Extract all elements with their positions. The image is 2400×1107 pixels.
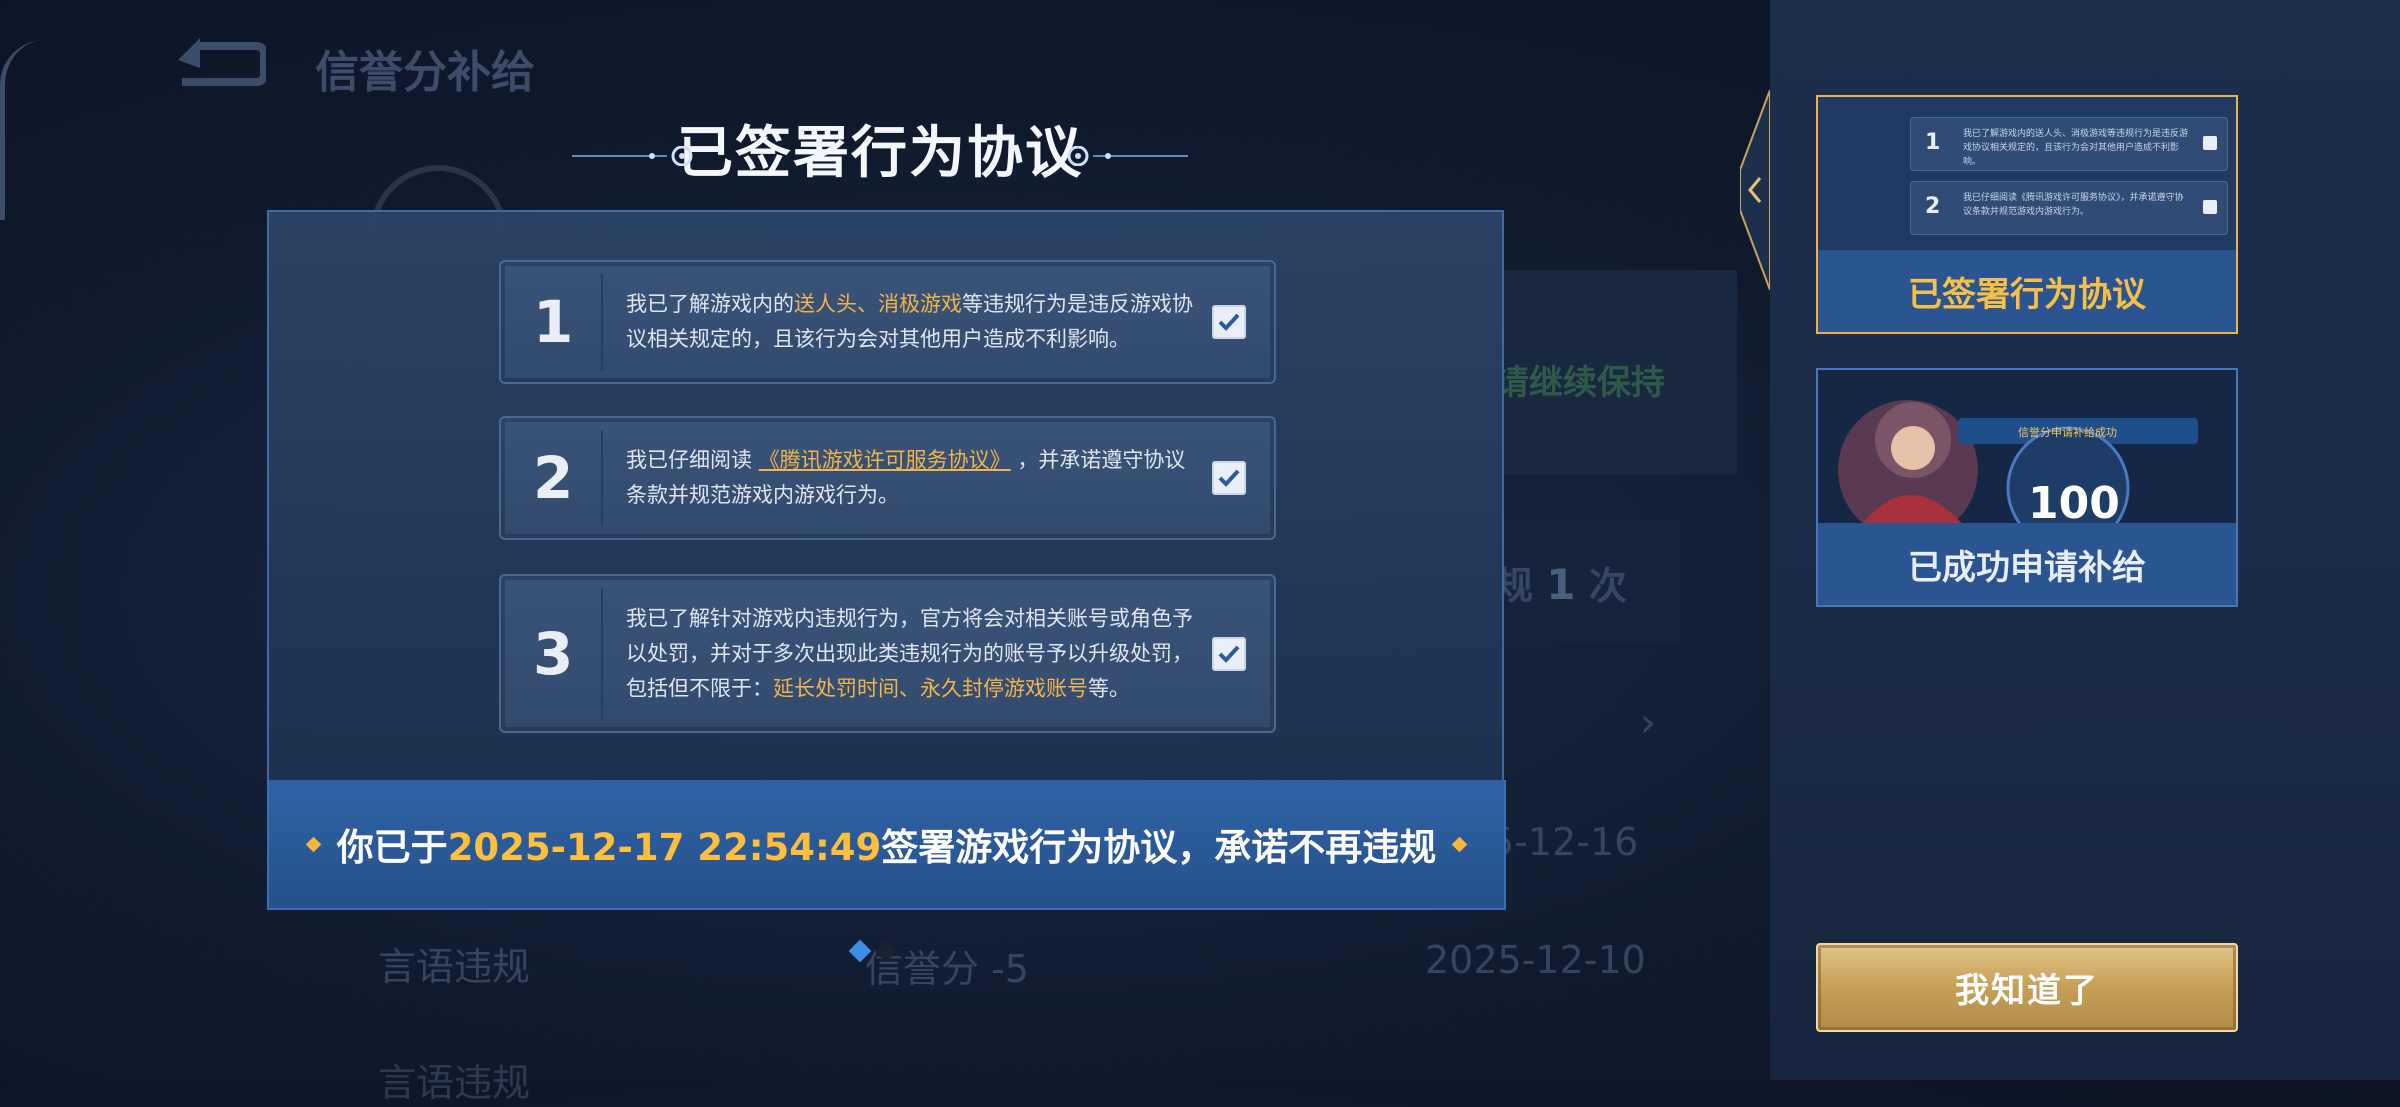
- modal-title: 已签署行为协议: [677, 120, 1083, 186]
- supply-success-banner: 信誉分申请补给成功: [2018, 426, 2117, 439]
- signed-suffix: 签署游戏行为协议，承诺不再违规: [881, 826, 1437, 869]
- mini-agreement-row: 2 我已仔细阅读《腾讯游戏许可服务协议》，并承诺遵守协议条款并规范游戏内游戏行为…: [1910, 181, 2228, 235]
- signed-timestamp-bar: 你已于2025-12-17 22:54:49签署游戏行为协议，承诺不再违规: [267, 780, 1506, 910]
- item-number: 1: [533, 288, 574, 356]
- record-date: 5-12-16: [1490, 820, 1639, 864]
- item-text-a: 我已了解游戏内的: [626, 292, 794, 316]
- record-date: 2025-12-10: [1425, 938, 1646, 982]
- back-icon[interactable]: [170, 38, 268, 90]
- title-ornament-left-icon: [572, 146, 693, 166]
- violation-count-value: 1: [1546, 560, 1576, 609]
- license-agreement-link[interactable]: 《腾讯游戏许可服务协议》: [759, 448, 1011, 472]
- pager-dot[interactable]: [874, 939, 898, 963]
- tab-label: 已签署行为协议: [1818, 250, 2236, 332]
- signed-timestamp: 2025-12-17 22:54:49: [447, 826, 882, 869]
- record-label: 言语违规: [378, 945, 531, 989]
- violation-count-suffix: 次: [1588, 564, 1627, 608]
- divider: [601, 274, 603, 370]
- item-number: 2: [533, 444, 574, 512]
- agreement-item-2: 2 我已仔细阅读 《腾讯游戏许可服务协议》 ，并承诺遵守协议条款并规范游戏内游戏…: [499, 416, 1276, 540]
- tab-label: 已成功申请补给: [1818, 523, 2236, 605]
- item-highlight: 延长处罚时间、永久封停游戏账号: [773, 676, 1088, 700]
- item-text: 我已仔细阅读 《腾讯游戏许可服务协议》 ，并承诺遵守协议条款并规范游戏内游戏行为…: [626, 443, 1194, 513]
- violation-count: 规 1 次: [1495, 555, 1627, 610]
- agreement-panel: 1 我已了解游戏内的送人头、消极游戏等违规行为是违反游戏协议相关规定的，且该行为…: [267, 210, 1504, 784]
- item-number: 3: [533, 619, 574, 688]
- keep-text: 请继续保持: [1495, 363, 1665, 403]
- mini-checkbox: [2203, 136, 2217, 150]
- chevron-right-icon[interactable]: ›: [1640, 700, 1656, 746]
- mini-agreement-row: 1 我已了解游戏内的送人头、消极游戏等违规行为是违反游戏协议相关规定的，且该行为…: [1910, 117, 2228, 171]
- diamond-icon: [305, 836, 321, 852]
- diamond-icon: [1452, 836, 1468, 852]
- tab-supply-applied[interactable]: 信誉分申请补给成功 100 已成功申请补给: [1816, 368, 2238, 607]
- checkbox-2[interactable]: [1212, 461, 1246, 495]
- left-decor-arc: [0, 40, 45, 220]
- item-highlight: 送人头、消极游戏: [794, 292, 962, 316]
- mini-row-text: 我已了解游戏内的送人头、消极游戏等违规行为是违反游戏协议相关规定的，且该行为会对…: [1963, 129, 2189, 167]
- checkmark-icon: [1218, 645, 1240, 663]
- signed-prefix: 你已于: [336, 826, 448, 869]
- divider: [601, 430, 603, 526]
- mini-row-text: 我已仔细阅读《腾讯游戏许可服务协议》，并承诺遵守协议条款并规范游戏内游戏行为。: [1963, 193, 2184, 217]
- divider: [601, 588, 603, 719]
- page-indicator[interactable]: [848, 939, 904, 963]
- checkbox-3[interactable]: [1212, 636, 1246, 671]
- collapse-arrow-icon[interactable]: [1740, 90, 1770, 290]
- modal-header: 已签署行为协议: [560, 108, 1200, 188]
- checkmark-icon: [1218, 469, 1240, 487]
- page-title: 信誉分补给: [315, 47, 535, 98]
- signed-statement: 你已于2025-12-17 22:54:49签署游戏行为协议，承诺不再违规: [337, 817, 1437, 871]
- agreement-item-3: 3 我已了解针对游戏内违规行为，官方将会对相关账号或角色予以处罚，并对于多次出现…: [499, 574, 1276, 733]
- item-text: 我已了解针对游戏内违规行为，官方将会对相关账号或角色予以处罚，并对于多次出现此类…: [626, 601, 1194, 706]
- acknowledge-button[interactable]: 我知道了: [1816, 943, 2238, 1032]
- agreement-item-1: 1 我已了解游戏内的送人头、消极游戏等违规行为是违反游戏协议相关规定的，且该行为…: [499, 260, 1276, 384]
- mini-row-number: 1: [1925, 130, 1941, 155]
- mini-checkbox: [2203, 200, 2217, 214]
- item-text-b: 等。: [1088, 676, 1130, 700]
- mini-row-number: 2: [1925, 194, 1941, 219]
- checkbox-1[interactable]: [1212, 305, 1246, 339]
- item-text: 我已了解游戏内的送人头、消极游戏等违规行为是违反游戏协议相关规定的，且该行为会对…: [626, 287, 1194, 357]
- title-ornament-right-icon: [1067, 146, 1188, 166]
- pager-dot-active[interactable]: [848, 939, 872, 963]
- item-text-a: 我已仔细阅读: [626, 448, 752, 472]
- tab-signed-agreement[interactable]: 1 我已了解游戏内的送人头、消极游戏等违规行为是违反游戏协议相关规定的，且该行为…: [1816, 95, 2238, 334]
- checkmark-icon: [1218, 313, 1240, 331]
- supply-score: 100: [2028, 478, 2120, 529]
